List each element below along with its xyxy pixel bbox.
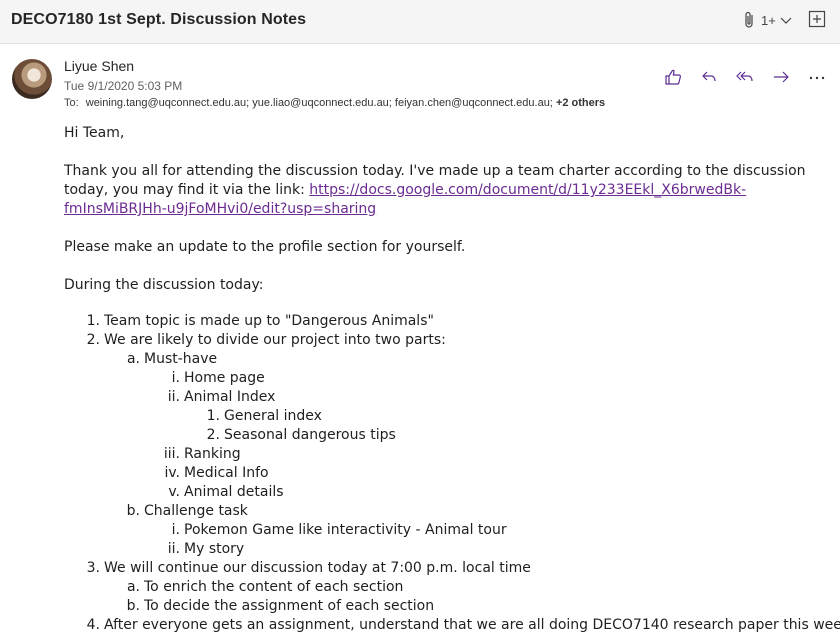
list-marker: iii. <box>163 446 180 462</box>
discussion-list: 1. Team topic is made up to "Dangerous An… <box>64 312 840 637</box>
list-item-text: Medical Info <box>184 465 269 481</box>
list-item-text: After everyone gets an assignment, under… <box>104 617 840 633</box>
forward-icon <box>774 71 789 83</box>
chevron-down-icon[interactable] <box>780 15 792 25</box>
list-item: 4. After everyone gets an assignment, und… <box>64 616 840 635</box>
paperclip-icon <box>745 11 753 28</box>
like-icon <box>665 69 681 85</box>
list-item: 1. Team topic is made up to "Dangerous An… <box>64 312 434 331</box>
sender-name[interactable]: Liyue Shen <box>64 58 134 74</box>
list-item-text: Must-have <box>144 351 218 367</box>
list-marker: 1. <box>206 408 220 424</box>
list-item: a. Must-have <box>64 350 217 369</box>
list-item: 1. General index <box>64 407 322 426</box>
list-marker: b. <box>126 503 140 519</box>
list-item: iii. Ranking <box>64 445 241 464</box>
like-button[interactable] <box>662 66 684 88</box>
reply-all-button[interactable] <box>734 66 756 88</box>
list-item-text: To decide the assignment of each section <box>144 598 435 614</box>
list-item: i. Pokemon Game like interactivity - Anim… <box>64 521 507 540</box>
list-marker: iv. <box>164 465 180 481</box>
list-item: b. To decide the assignment of each secti… <box>64 597 434 616</box>
list-item-text: To enrich the content of each section <box>144 579 404 595</box>
list-item: iv. Medical Info <box>64 464 269 483</box>
list-item: i. Home page <box>64 369 265 388</box>
list-marker: ii. <box>167 389 180 405</box>
list-item: 2. We are likely to divide our project in… <box>64 331 446 350</box>
recipients-line: To: weining.tang@uqconnect.edu.au; yue.l… <box>64 97 605 109</box>
message-header: DECO7180 1st Sept. Discussion Notes 1+ <box>0 0 840 44</box>
message-body: Hi Team, Thank you all for attending the… <box>64 124 840 637</box>
list-item-text: Animal Index <box>184 389 276 405</box>
more-actions-button[interactable] <box>806 66 828 88</box>
message-actions <box>662 66 828 88</box>
forward-button[interactable] <box>770 66 792 88</box>
list-item: ii. My story <box>64 540 244 559</box>
more-recipients[interactable]: +2 others <box>556 97 605 109</box>
to-label: To: <box>64 97 79 109</box>
list-item-text: We will continue our discussion today at… <box>104 560 531 576</box>
list-item-text: Home page <box>184 370 265 386</box>
list-item-text: Team topic is made up to "Dangerous Anim… <box>104 313 434 329</box>
recipient-list[interactable]: weining.tang@uqconnect.edu.au; yue.liao@… <box>86 97 553 109</box>
list-item-text: Animal details <box>184 484 284 500</box>
list-item-text: My story <box>184 541 245 557</box>
open-new-window-icon[interactable] <box>808 10 826 28</box>
list-marker: 2. <box>86 332 100 348</box>
list-item-text: Ranking <box>184 446 241 462</box>
list-marker: 4. <box>86 617 100 633</box>
list-marker: a. <box>126 579 140 595</box>
reply-button[interactable] <box>698 66 720 88</box>
list-marker: i. <box>171 370 180 386</box>
list-item-text: Seasonal dangerous tips <box>224 427 396 443</box>
list-item: a. To enrich the content of each section <box>64 578 403 597</box>
reply-icon <box>702 71 716 82</box>
list-marker: v. <box>168 484 180 500</box>
list-item-text: Pokemon Game like interactivity - Animal… <box>184 522 507 538</box>
list-marker: ii. <box>167 541 180 557</box>
list-item: v. Animal details <box>64 483 284 502</box>
list-marker: 1. <box>86 313 100 329</box>
list-item: ii. Animal Index <box>64 388 276 407</box>
list-item-text: General index <box>224 408 322 424</box>
list-item: 3. We will continue our discussion today … <box>64 559 531 578</box>
paragraph-charter: Thank you all for attending the discussi… <box>64 162 824 219</box>
list-item-text: We are likely to divide our project into… <box>104 332 446 348</box>
list-marker: 3. <box>86 560 100 576</box>
attachment-indicator[interactable]: 1+ <box>743 10 792 30</box>
sender-avatar[interactable] <box>12 59 52 99</box>
paragraph-profile: Please make an update to the profile sec… <box>64 239 466 255</box>
attachment-count: 1+ <box>761 12 776 28</box>
paragraph-discussion: During the discussion today: <box>64 277 264 293</box>
list-item: b. Challenge task <box>64 502 248 521</box>
list-item-text: Challenge task <box>144 503 248 519</box>
greeting: Hi Team, <box>64 125 125 141</box>
reply-all-icon <box>736 71 753 82</box>
list-marker: i. <box>171 522 180 538</box>
list-marker: b. <box>126 598 140 614</box>
list-item: 2. Seasonal dangerous tips <box>64 426 396 445</box>
more-icon <box>809 76 825 80</box>
subject-title: DECO7180 1st Sept. Discussion Notes <box>11 11 307 28</box>
list-marker: a. <box>126 351 140 367</box>
list-marker: 2. <box>206 427 220 443</box>
sent-date: Tue 9/1/2020 5:03 PM <box>64 79 183 93</box>
